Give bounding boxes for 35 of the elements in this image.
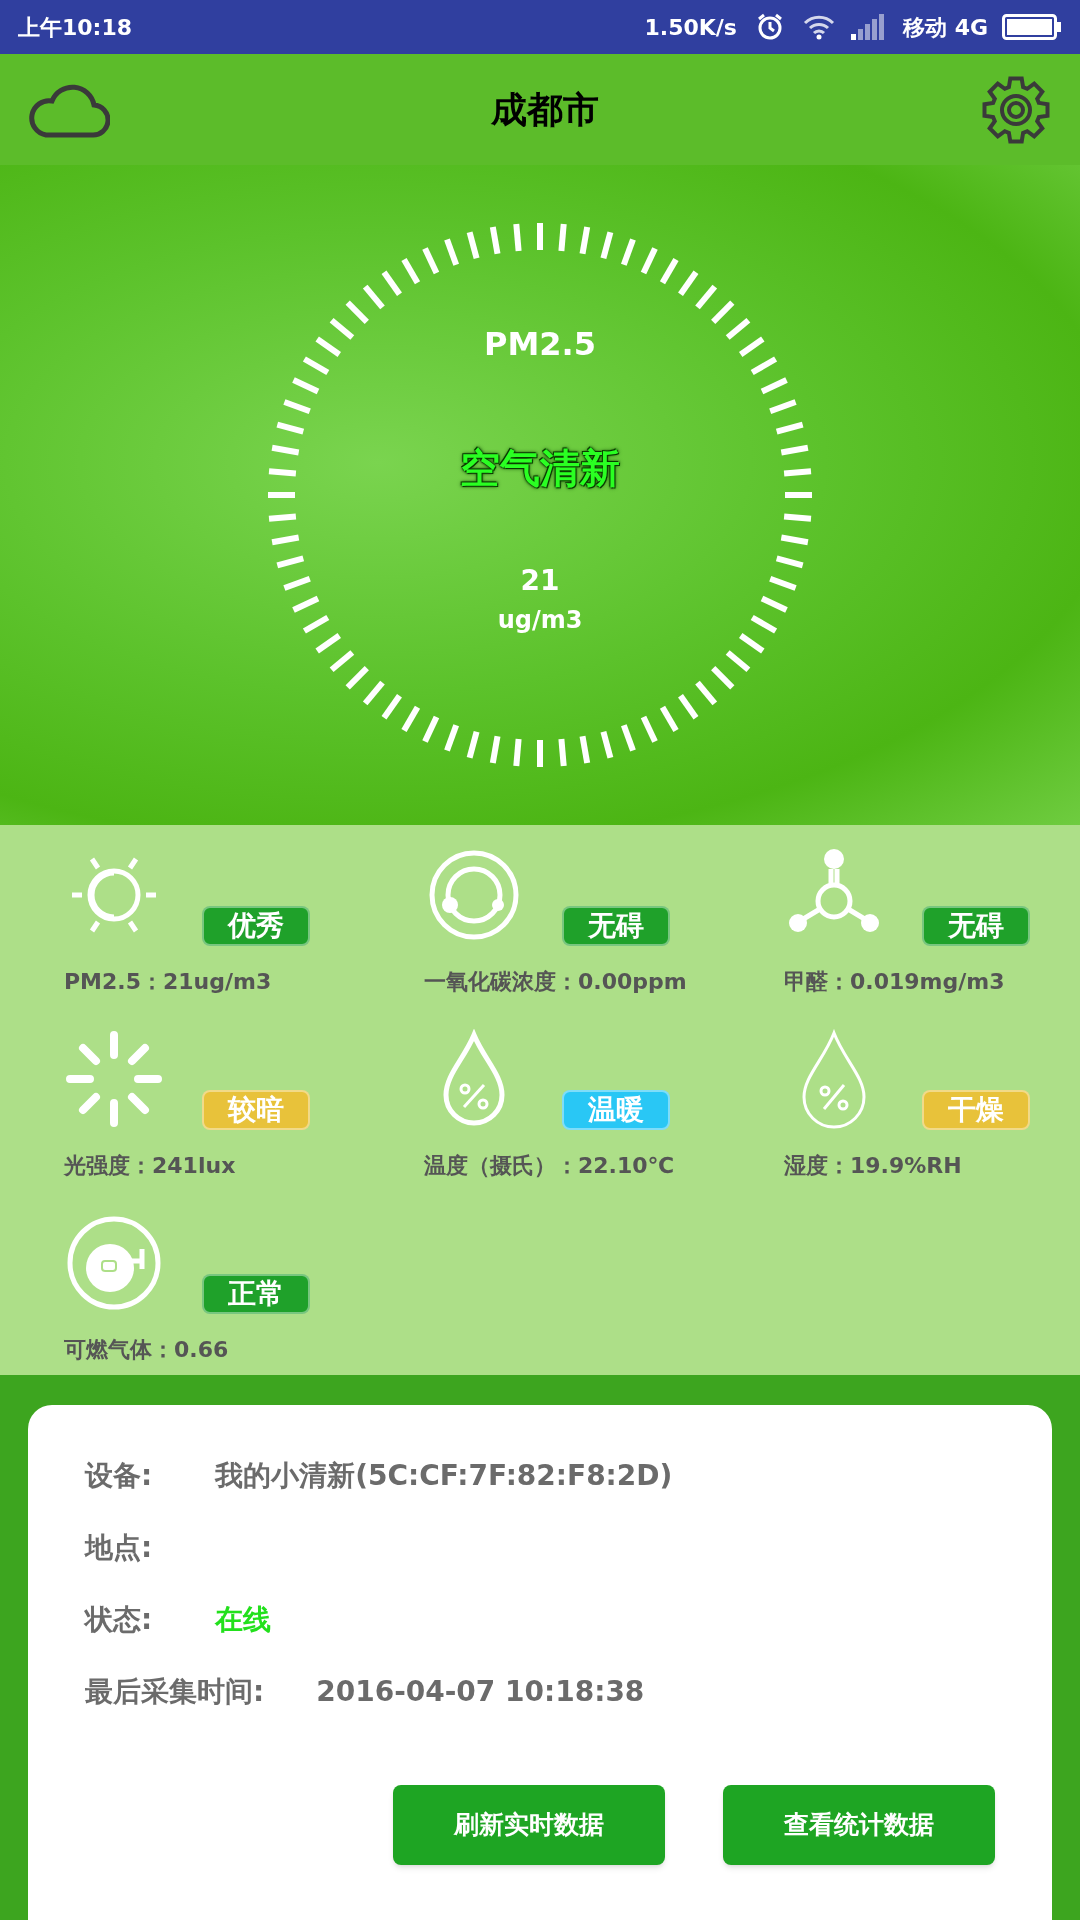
field-label: 最后采集时间: [85, 1674, 265, 1710]
status-badge: 无碍 [562, 906, 670, 946]
carrier-label: 移动 4G [902, 13, 988, 42]
signal-icon [850, 14, 885, 40]
pm25-value: 21 [520, 563, 560, 599]
status-badge: 干燥 [922, 1090, 1030, 1130]
status-value: 在线 [215, 1602, 272, 1638]
wifi-icon [802, 14, 835, 40]
field-label: 设备: [85, 1458, 153, 1494]
air-quality-text: 空气清新 [460, 444, 620, 493]
sensor-reading: 可燃气体：0.66 [64, 1336, 229, 1364]
status-badge: 优秀 [202, 906, 310, 946]
network-speed: 1.50K/s [644, 13, 737, 42]
status-time: 上午10:18 [18, 13, 133, 42]
field-label: 状态: [85, 1602, 153, 1638]
status-badge: 较暗 [202, 1090, 310, 1130]
field-value: 我的小清新(5C:CF:7F:82:F8:2D) [215, 1458, 673, 1494]
sensor-reading: PM2.5：21ug/m3 [64, 968, 272, 996]
sensor-reading: 温度（摄氏）：22.10℃ [424, 1152, 675, 1180]
city-title: 成都市 [491, 87, 599, 132]
battery-icon [1002, 14, 1062, 40]
sensor-reading: 光强度：241lux [64, 1152, 236, 1180]
sensor-reading: 湿度：19.9%RH [784, 1152, 962, 1180]
pm25-unit: ug/m3 [497, 605, 583, 636]
sensor-reading: 一氧化碳浓度：0.00ppm [424, 968, 687, 996]
status-badge: 正常 [202, 1274, 310, 1314]
sensor-reading: 甲醛：0.019mg/m3 [784, 968, 1005, 996]
action-button[interactable]: 查看统计数据 [723, 1785, 995, 1865]
time-value: 2016-04-07 10:18:38 [316, 1674, 645, 1710]
field-label: 地点: [85, 1530, 153, 1566]
burst-icon [64, 1029, 164, 1129]
action-button[interactable]: 刷新实时数据 [393, 1785, 665, 1865]
status-badge: 无碍 [922, 906, 1030, 946]
status-badge: 温暖 [562, 1090, 670, 1130]
pm25-label: PM2.5 [484, 324, 596, 365]
